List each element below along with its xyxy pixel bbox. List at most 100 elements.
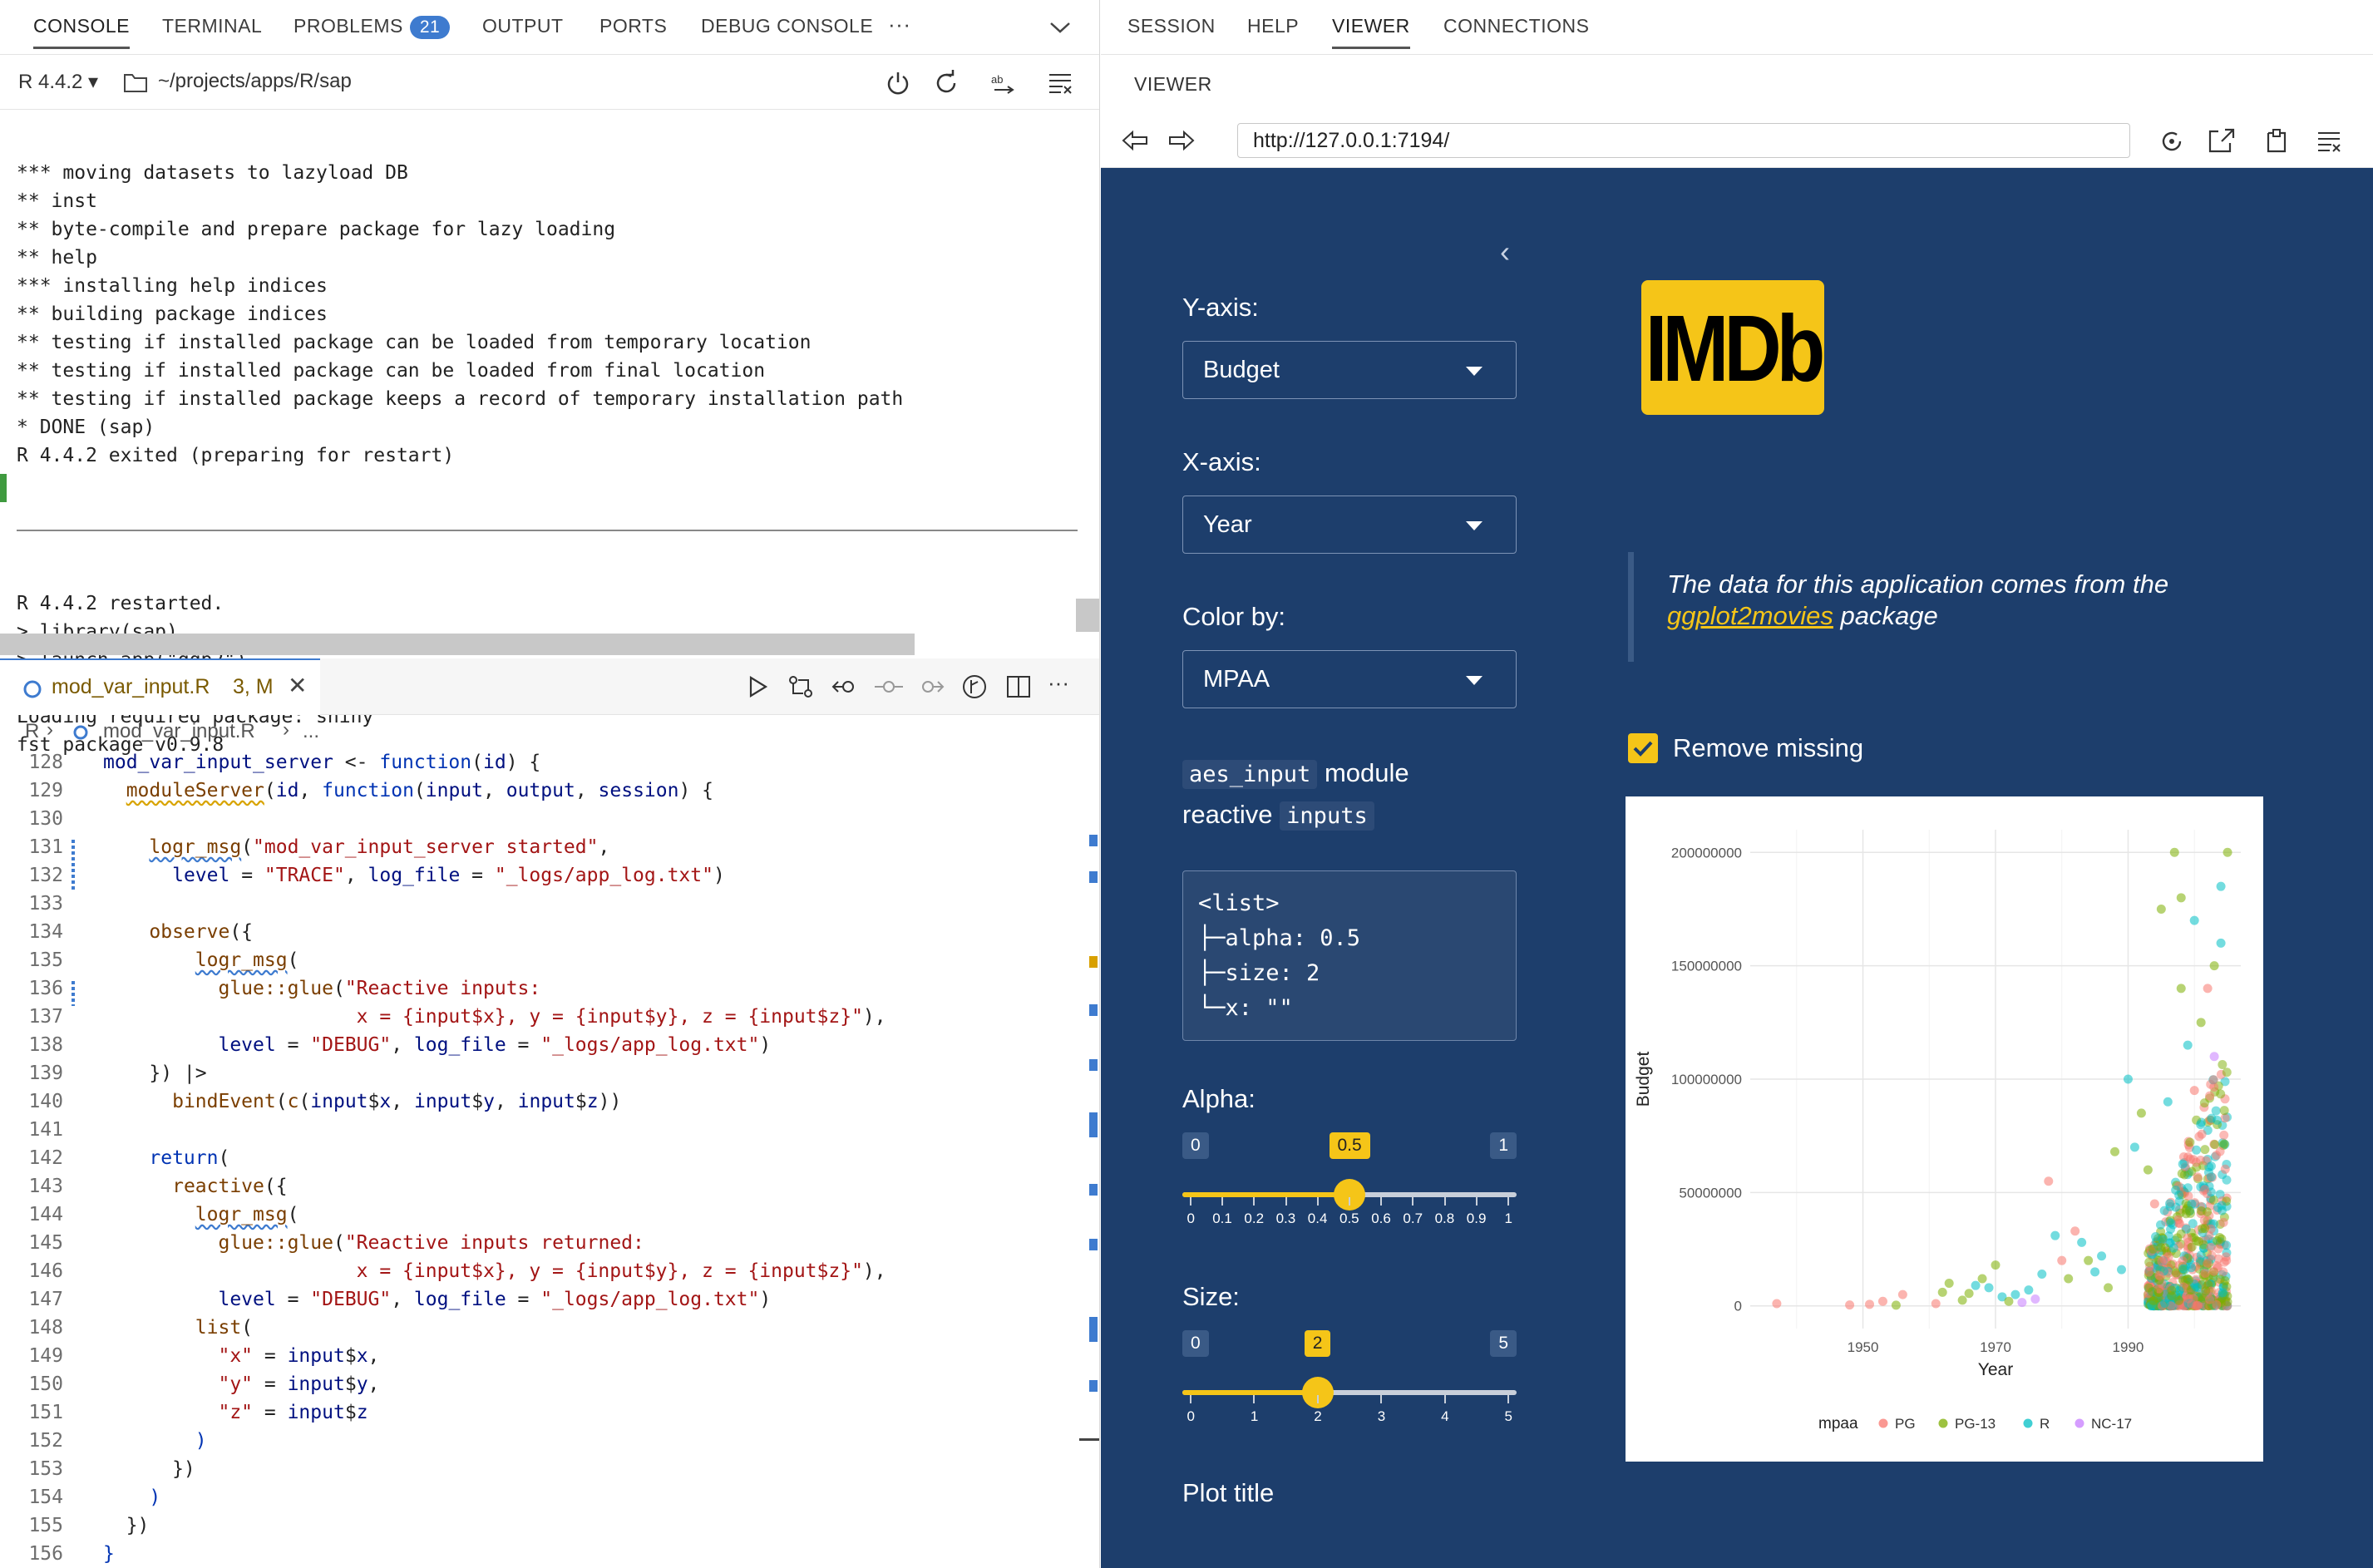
data-point [2219,1130,2229,1140]
alpha-slider[interactable]: 0 1 0.5 0 0.1 0.2 0.3 0.4 0.5 0.6 0.7 0.8 0.9 1 [1182,1132,1517,1232]
tab-connections[interactable]: CONNECTIONS [1443,15,1589,37]
imdb-logo: IMDb [1641,280,1825,415]
tab-output[interactable]: OUTPUT [482,15,564,37]
overview-ruler-mark [1089,956,1098,968]
y-axis-select[interactable]: Budget [1182,341,1517,399]
working-directory: ~/projects/apps/R/sap [158,70,352,92]
run-icon[interactable] [747,675,768,698]
data-point [2219,1106,2229,1116]
data-point [2185,1137,2195,1147]
x-tick-label: 1970 [1980,1339,2011,1355]
more-icon[interactable]: ··· [888,12,910,37]
git-graph-icon[interactable] [961,673,988,700]
line-number: 148 [28,1317,63,1339]
tab-terminal[interactable]: TERMINAL [162,15,262,37]
alpha-tick-mark [1349,1197,1350,1206]
data-point [2222,1240,2232,1250]
clear-console-icon[interactable] [1048,71,1074,95]
alpha-tick-label: 0.6 [1371,1211,1391,1226]
previous-change-icon[interactable] [875,675,903,698]
tab-debug-console[interactable]: DEBUG CONSOLE [701,15,873,37]
data-point [2213,1202,2223,1212]
console-line: ** inst [17,190,97,212]
tab-session[interactable]: SESSION [1127,15,1216,37]
y-axis-label: Y-axis: [1182,293,1259,322]
y-tick-label: 50000000 [1679,1185,1742,1201]
data-point [1865,1299,1875,1309]
source-compare-icon[interactable] [788,675,813,698]
power-icon[interactable] [885,70,911,96]
alpha-handle[interactable] [1334,1179,1365,1211]
tab-help[interactable]: HELP [1247,15,1299,37]
size-slider[interactable]: 0 5 2 0 1 2 3 4 5 [1182,1330,1517,1430]
scroll-position-marker [1079,1438,1099,1441]
data-point [2158,1235,2168,1245]
y-axis-value: Budget [1203,357,1280,383]
color-by-value: MPAA [1203,666,1270,693]
line-number: 130 [28,808,63,830]
data-point [2203,1207,2213,1217]
plot-svg: 1950 1970 1990 0 50000000 100000000 150000000 2… [1634,830,2241,1432]
data-point [2209,961,2219,971]
size-tick-mark [1507,1395,1509,1403]
data-point [1971,1280,1981,1290]
sidebar-collapse-icon[interactable]: ‹ [1500,234,1510,269]
word-wrap-icon[interactable]: ab [991,71,1018,95]
line-number: 128 [28,752,63,773]
breadcrumb-root[interactable]: R [25,720,39,743]
alpha-tick-label: 0 [1186,1211,1195,1226]
split-editor-icon[interactable] [1006,675,1031,698]
url-input[interactable] [1237,123,2130,158]
data-point [2199,1215,2209,1225]
data-point [2207,1172,2217,1182]
data-point [2184,1206,2194,1215]
breadcrumb-file[interactable]: mod_var_input.R [103,720,255,743]
restart-icon[interactable] [933,70,960,96]
data-point [2168,1243,2178,1253]
horizontal-scrollbar[interactable] [0,634,915,655]
console-output[interactable]: *** moving datasets to lazyload DB ** ins… [17,102,1089,756]
editor-more-icon[interactable]: ··· [1048,670,1069,696]
ggplot2movies-link[interactable]: ggplot2movies [1667,601,1833,630]
refresh-icon[interactable] [2158,128,2185,155]
console-line: *** moving datasets to lazyload DB [17,162,408,184]
close-icon[interactable]: ✕ [288,672,307,699]
vertical-scrollbar-thumb[interactable] [1076,599,1099,632]
remove-missing-checkbox[interactable] [1628,733,1658,763]
data-point [2144,1267,2153,1277]
tab-viewer[interactable]: VIEWER [1332,15,1410,49]
data-point [2166,1218,2176,1228]
editor-tab-mod-var-input[interactable]: mod_var_input.R 3, M ✕ [0,658,320,715]
data-point [2090,1267,2100,1277]
tab-console[interactable]: CONSOLE [33,15,130,49]
data-point [2219,1139,2229,1149]
go-back-change-icon[interactable] [831,675,860,698]
left-pane: CONSOLE TERMINAL PROBLEMS 21 OUTPUT PORTS… [0,0,1100,1568]
r-version-selector[interactable]: R 4.4.2 ▾ [18,70,98,94]
active-line-marker [0,474,7,502]
data-point [2218,1288,2227,1298]
export-icon[interactable] [2262,126,2290,155]
chevron-down-icon[interactable] [1049,20,1071,35]
alpha-tick-label: 0.8 [1434,1211,1455,1226]
tab-problems[interactable]: PROBLEMS 21 [294,15,451,39]
data-point [2206,1242,2216,1252]
data-point [2044,1176,2054,1186]
open-external-icon[interactable] [2208,128,2235,153]
data-point [2077,1237,2087,1247]
overview-ruler-mark [1089,1239,1098,1250]
code-editor[interactable]: 128 129 130 131 132 133 134 135 136 137 138 139 140 1… [0,752,1099,1568]
clear-viewer-icon[interactable] [2316,130,2343,153]
code-line: reactive({ [172,1176,288,1197]
tab-ports[interactable]: PORTS [599,15,667,37]
back-icon[interactable] [1121,128,1149,153]
reactive-word: reactive [1182,800,1273,829]
line-number: 135 [28,949,63,971]
data-point [2189,915,2199,925]
next-change-icon[interactable] [916,675,945,698]
color-by-select[interactable]: MPAA [1182,650,1517,708]
forward-icon[interactable] [1167,128,1196,153]
breadcrumb-more[interactable]: ... [303,720,319,743]
size-handle[interactable] [1301,1377,1334,1408]
x-axis-select[interactable]: Year [1182,496,1517,554]
